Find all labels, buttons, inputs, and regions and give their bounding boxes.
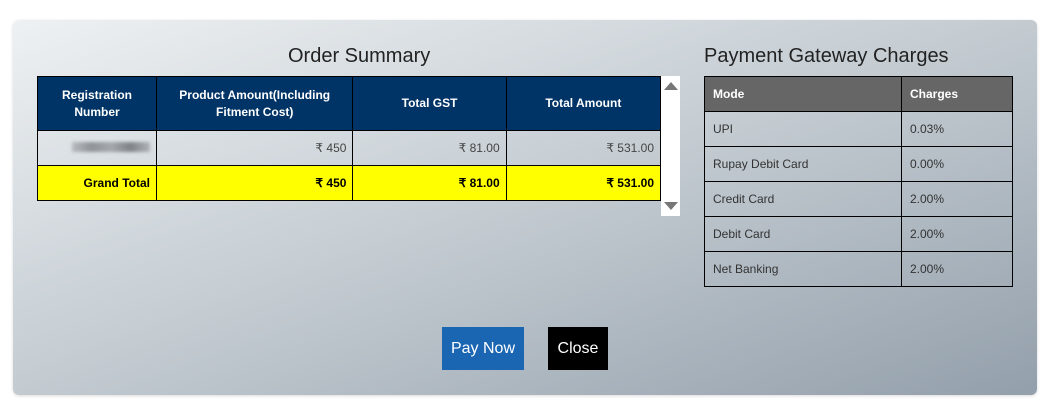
charges-cell: 2.00% [901, 181, 1013, 217]
mode-cell: Credit Card [704, 181, 902, 217]
header-product-amount: Product Amount(Including Fitment Cost) [155, 76, 354, 131]
mode-cell: Net Banking [704, 251, 902, 287]
total-gst-cell: ₹ 81.00 [352, 130, 507, 166]
grand-total-label: Grand Total [37, 165, 157, 201]
mode-cell: Rupay Debit Card [704, 146, 902, 182]
mode-cell: UPI [704, 111, 902, 147]
grand-total-product-amount: ₹ 450 [155, 165, 354, 201]
order-summary-table: Registration Number Product Amount(Inclu… [37, 76, 662, 201]
table-scrollbar[interactable] [661, 76, 680, 216]
grand-total-row: Grand Total ₹ 450 ₹ 81.00 ₹ 531.00 [37, 165, 662, 201]
header-total-amount: Total Amount [505, 76, 662, 131]
charges-cell: 2.00% [901, 251, 1013, 287]
product-amount-cell: ₹ 450 [155, 130, 354, 166]
payment-gateway-table: Mode Charges UPI 0.03% Rupay Debit Card … [704, 76, 1013, 287]
order-summary-modal: Order Summary Payment Gateway Charges Re… [13, 20, 1037, 395]
pg-header-row: Mode Charges [704, 76, 1013, 112]
redacted-registration [72, 142, 150, 152]
header-charges: Charges [901, 76, 1013, 112]
charges-cell: 0.03% [901, 111, 1013, 147]
mode-cell: Debit Card [704, 216, 902, 252]
table-row: Credit Card 2.00% [704, 181, 1013, 217]
table-row: Debit Card 2.00% [704, 216, 1013, 252]
payment-gateway-title: Payment Gateway Charges [704, 45, 949, 67]
table-row: Net Banking 2.00% [704, 251, 1013, 287]
table-row: UPI 0.03% [704, 111, 1013, 147]
order-header-row: Registration Number Product Amount(Inclu… [37, 76, 662, 131]
grand-total-amount: ₹ 531.00 [505, 165, 662, 201]
close-button[interactable]: Close [548, 327, 608, 370]
scroll-up-arrow-icon[interactable] [664, 82, 678, 90]
total-amount-cell: ₹ 531.00 [505, 130, 662, 166]
scroll-down-arrow-icon[interactable] [664, 202, 678, 210]
header-registration-number: Registration Number [37, 76, 157, 131]
registration-number-cell [37, 130, 157, 166]
pay-now-button[interactable]: Pay Now [442, 327, 524, 370]
order-summary-title: Order Summary [288, 45, 431, 67]
charges-cell: 0.00% [901, 146, 1013, 182]
order-table-container[interactable]: Registration Number Product Amount(Inclu… [37, 76, 680, 216]
table-row: ₹ 450 ₹ 81.00 ₹ 531.00 [37, 130, 662, 166]
charges-cell: 2.00% [901, 216, 1013, 252]
header-mode: Mode [704, 76, 902, 112]
header-total-gst: Total GST [352, 76, 507, 131]
table-row: Rupay Debit Card 0.00% [704, 146, 1013, 182]
grand-total-gst: ₹ 81.00 [352, 165, 507, 201]
